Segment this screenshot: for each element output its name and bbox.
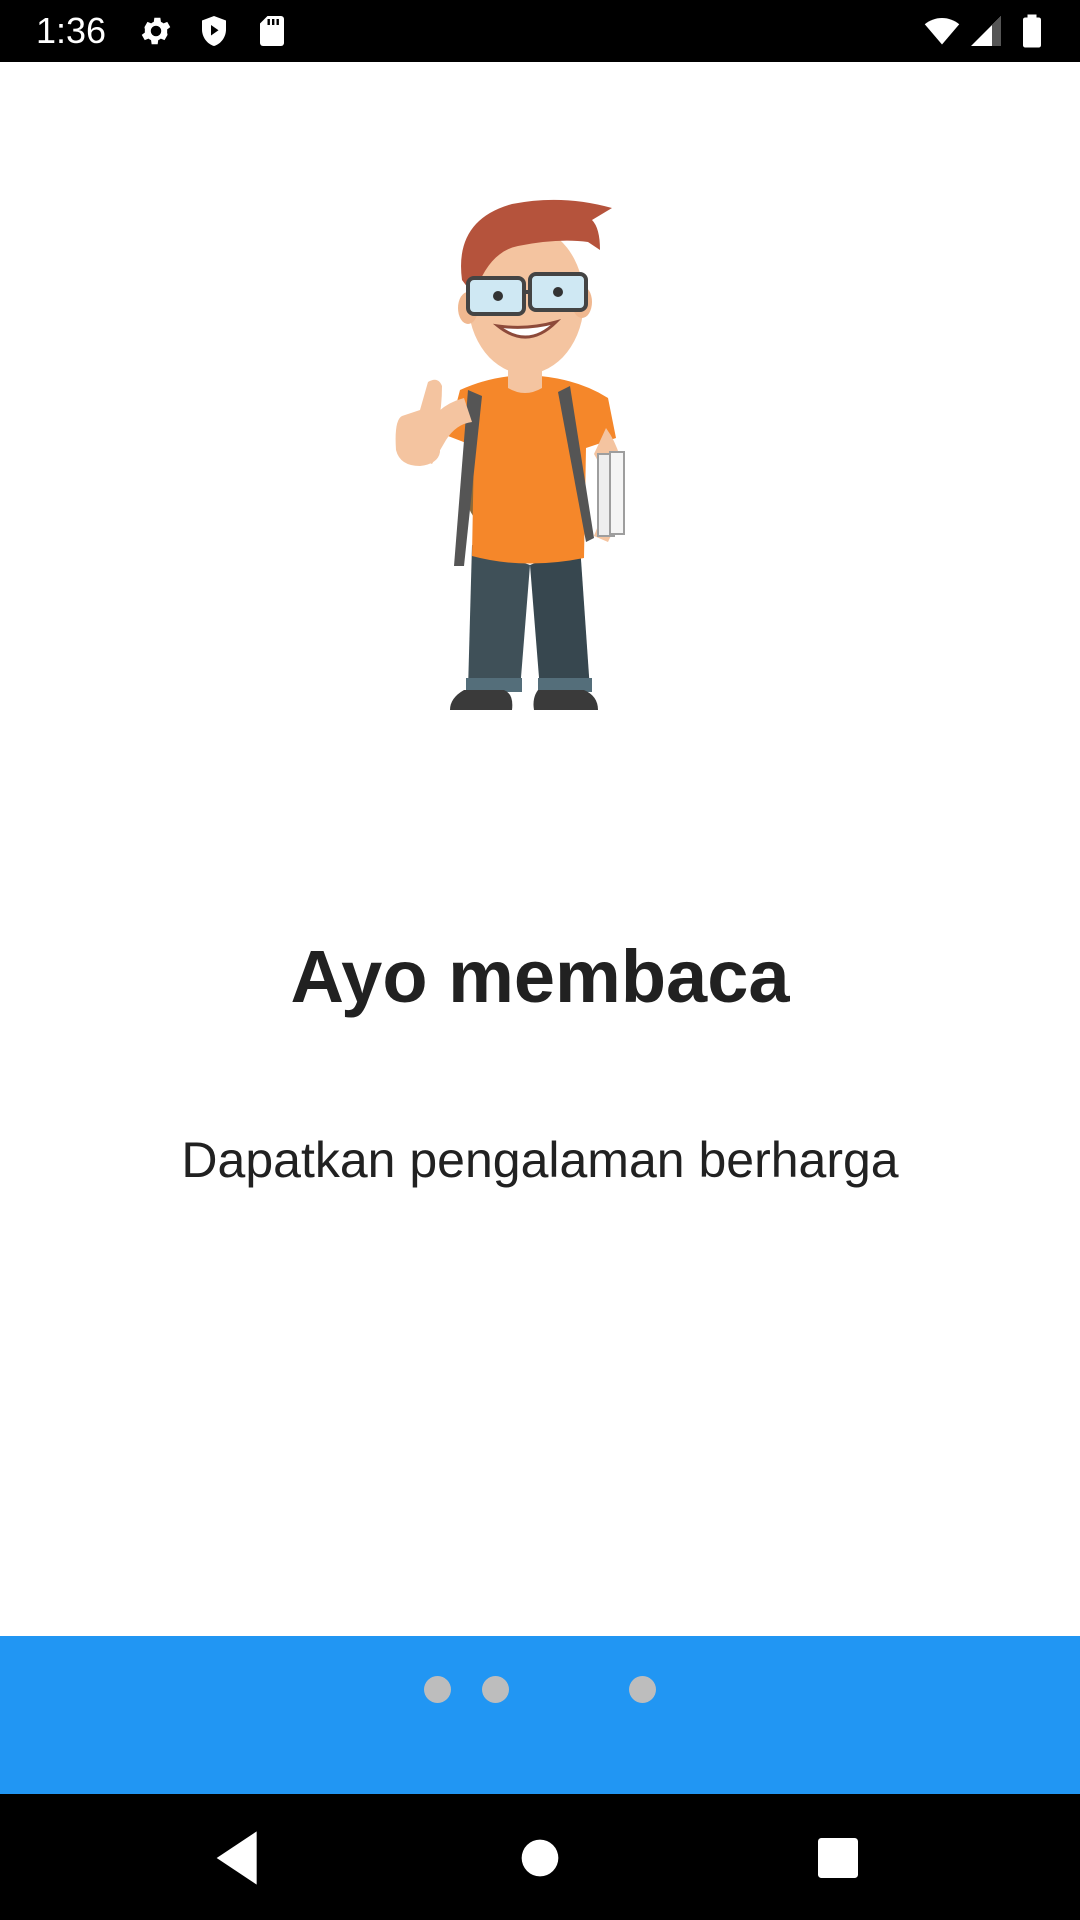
status-bar: 1:36 [0,0,1080,62]
back-icon[interactable] [200,1818,280,1898]
page-indicator-dot-2[interactable] [482,1676,509,1703]
status-time: 1:36 [36,10,107,51]
gear-icon [138,13,174,49]
onboarding-subtitle: Dapatkan pengalaman berharga [181,1132,899,1188]
wifi-icon [924,13,964,49]
recents-icon[interactable] [798,1818,878,1898]
onboarding-screen: 1:36 Ayo membaca Dapatkan pengalaman ber… [0,0,1080,1920]
onboarding-title: Ayo membaca [290,935,790,1018]
system-nav-bar [0,1794,1080,1920]
page-indicator-dot-1[interactable] [424,1676,451,1703]
sd-card-icon [254,13,290,49]
battery-icon [1014,13,1050,49]
page-indicator-bar [0,1636,1080,1794]
page-indicator-dot-3[interactable] [629,1676,656,1703]
cell-signal-icon [968,13,1004,49]
student-illustration [380,190,700,720]
home-icon[interactable] [500,1818,580,1898]
shield-play-icon [196,13,232,49]
